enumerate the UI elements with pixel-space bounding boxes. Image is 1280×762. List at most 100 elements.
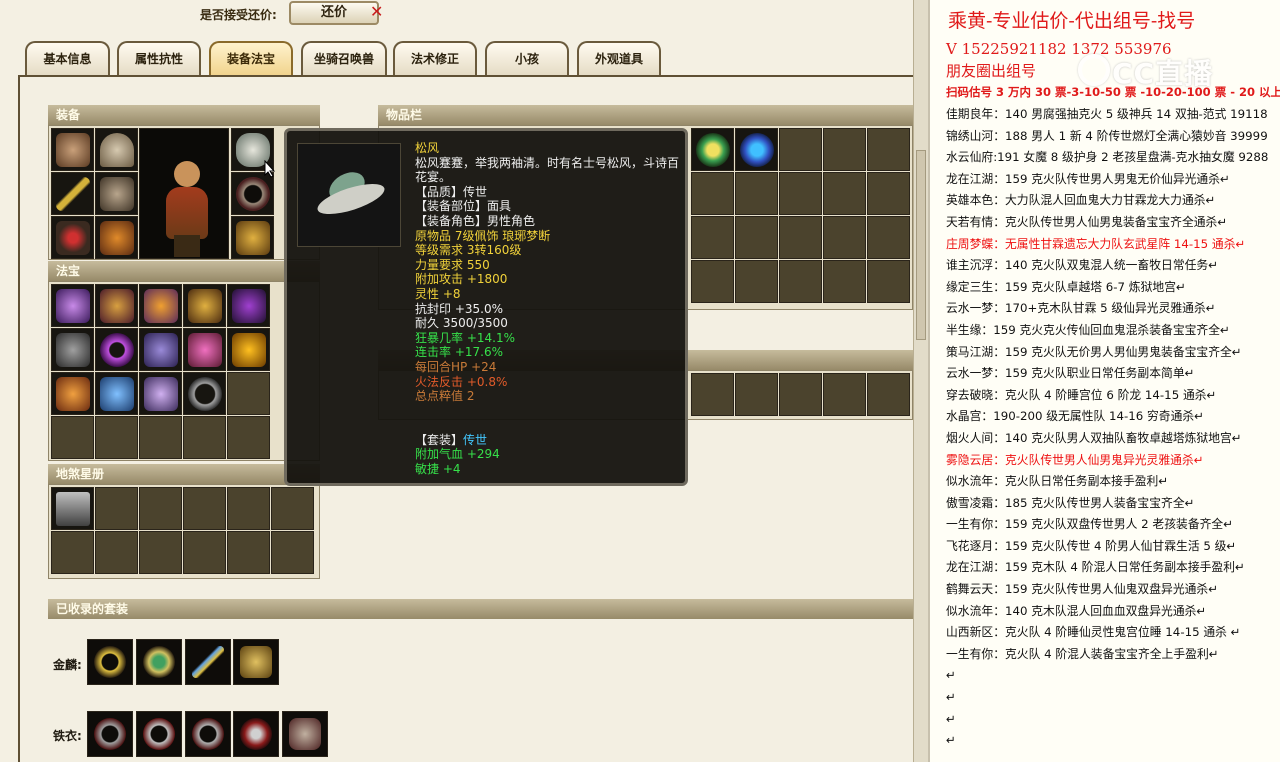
equip-slot[interactable]	[231, 172, 274, 215]
star-book-slot[interactable]	[271, 487, 314, 530]
equip-slot[interactable]	[51, 128, 94, 171]
treasure-title: 法宝	[48, 261, 320, 281]
treasure-slot[interactable]	[95, 284, 138, 327]
close-icon[interactable]: ✕	[370, 2, 383, 21]
bargain-label: 是否接受还价:	[200, 8, 277, 22]
equip-slot[interactable]	[95, 128, 138, 171]
inventory-slot[interactable]	[735, 172, 778, 215]
account-line: 锦绣山河：188 男人 1 新 4 阶传世燃灯全满心猿妙音 39999	[946, 128, 1268, 143]
doc-contact: V 15225921182 1372 553976	[946, 40, 1172, 58]
inventory-slot[interactable]	[779, 172, 822, 215]
treasure-slot[interactable]	[139, 328, 182, 371]
treasure-slot[interactable]	[183, 416, 226, 459]
tab-basic-info[interactable]: 基本信息	[25, 41, 110, 75]
treasure-slot[interactable]	[227, 416, 270, 459]
inventory-slot[interactable]	[823, 260, 866, 303]
star-book-slot[interactable]	[183, 487, 226, 530]
treasure-slot[interactable]	[51, 372, 94, 415]
inventory-slot[interactable]	[867, 216, 910, 259]
treasure-slot[interactable]	[227, 284, 270, 327]
scroll-thumb[interactable]	[916, 150, 926, 340]
tab-mount-summon[interactable]: 坐骑召唤兽	[301, 41, 387, 75]
treasure-slot[interactable]	[51, 328, 94, 371]
treasure-slot[interactable]	[95, 328, 138, 371]
tab-attributes[interactable]: 属性抗性	[117, 41, 201, 75]
storage-slot[interactable]	[823, 373, 866, 416]
suit-item[interactable]	[87, 711, 133, 757]
inventory-slot[interactable]	[823, 216, 866, 259]
tab-equipment-treasure[interactable]: 装备法宝	[209, 41, 293, 75]
star-book-slot[interactable]	[227, 487, 270, 530]
star-book-slot[interactable]	[51, 531, 94, 574]
bargain-button[interactable]: 还价	[289, 1, 379, 25]
inventory-slot[interactable]	[735, 216, 778, 259]
suit-item[interactable]	[185, 711, 231, 757]
star-book-slot[interactable]	[227, 531, 270, 574]
inventory-slot[interactable]	[779, 260, 822, 303]
treasure-slot[interactable]	[51, 416, 94, 459]
account-line: 一生有你：克火队 4 阶混人装备宝宝齐全上手盈利↵	[946, 646, 1219, 661]
account-line: 半生缘：159 克火克火传仙回血鬼混杀装备宝宝齐全↵	[946, 322, 1230, 337]
treasure-slot[interactable]	[51, 284, 94, 327]
item-stat: 【装备角色】男性角色	[415, 213, 536, 228]
suit-item[interactable]	[282, 711, 328, 757]
suit-item[interactable]	[233, 639, 279, 685]
inventory-slot[interactable]	[691, 172, 734, 215]
treasure-slot[interactable]	[95, 416, 138, 459]
star-book-slot[interactable]	[271, 531, 314, 574]
inventory-slot[interactable]	[691, 128, 734, 171]
tab-child[interactable]: 小孩	[485, 41, 569, 75]
star-book-slot[interactable]	[51, 487, 94, 530]
equip-slot[interactable]	[51, 172, 94, 215]
set-line: 【套装】传世	[415, 433, 681, 448]
treasure-slot[interactable]	[139, 372, 182, 415]
treasure-slot[interactable]	[183, 372, 226, 415]
suit-item[interactable]	[87, 639, 133, 685]
inventory-slot[interactable]	[735, 260, 778, 303]
star-book-slot[interactable]	[139, 487, 182, 530]
account-line: 傲雪凌霜：185 克火队传世男人装备宝宝齐全↵	[946, 495, 1195, 510]
inventory-slot[interactable]	[823, 172, 866, 215]
inventory-slot[interactable]	[691, 260, 734, 303]
treasure-slot[interactable]	[139, 416, 182, 459]
inventory-slot[interactable]	[779, 128, 822, 171]
inventory-slot[interactable]	[867, 260, 910, 303]
doc-moments: 朋友圈出组号	[946, 62, 1037, 80]
storage-slot[interactable]	[867, 373, 910, 416]
treasure-slot[interactable]	[95, 372, 138, 415]
star-book-slot[interactable]	[95, 487, 138, 530]
equip-slot[interactable]	[95, 216, 138, 259]
character-portrait	[139, 128, 229, 259]
inventory-slot[interactable]	[735, 128, 778, 171]
suit-item[interactable]	[136, 639, 182, 685]
account-line: 似水流年：140 克木队混人回血血双盘异光通杀↵	[946, 603, 1207, 618]
inventory-slot[interactable]	[691, 216, 734, 259]
account-line: 雾隐云居：克火队传世男人仙男鬼异光灵雅通杀↵	[946, 452, 1204, 467]
inventory-slot[interactable]	[867, 172, 910, 215]
treasure-slot[interactable]	[183, 284, 226, 327]
treasure-slot[interactable]	[227, 328, 270, 371]
star-book-slot[interactable]	[183, 531, 226, 574]
treasure-slot[interactable]	[139, 284, 182, 327]
account-line: 缘定三生：159 克火队卓越塔 6-7 炼狱地宫↵	[946, 279, 1186, 294]
treasure-slot[interactable]	[183, 328, 226, 371]
equip-slot[interactable]	[95, 172, 138, 215]
storage-slot[interactable]	[779, 373, 822, 416]
star-book-slot[interactable]	[139, 531, 182, 574]
tab-appearance[interactable]: 外观道具	[577, 41, 661, 75]
inventory-slot[interactable]	[779, 216, 822, 259]
suit-item[interactable]	[136, 711, 182, 757]
equip-slot[interactable]	[231, 216, 274, 259]
game-scrollbar[interactable]	[913, 0, 928, 762]
treasure-slot[interactable]	[227, 372, 270, 415]
suit-item[interactable]	[185, 639, 231, 685]
collected-suits-title: 已收录的套装	[48, 599, 913, 619]
storage-slot[interactable]	[691, 373, 734, 416]
storage-slot[interactable]	[735, 373, 778, 416]
inventory-slot[interactable]	[867, 128, 910, 171]
inventory-slot[interactable]	[823, 128, 866, 171]
star-book-slot[interactable]	[95, 531, 138, 574]
suit-item[interactable]	[233, 711, 279, 757]
equip-slot[interactable]	[51, 216, 94, 259]
tab-spell-correction[interactable]: 法术修正	[393, 41, 477, 75]
